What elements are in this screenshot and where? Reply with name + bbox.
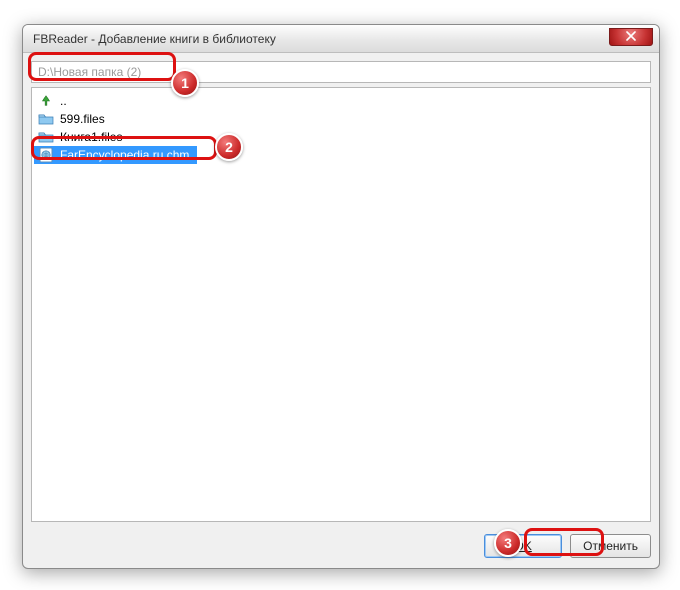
path-input[interactable]: D:\Новая папка (2) <box>31 61 651 83</box>
window-title: FBReader - Добавление книги в библиотеку <box>33 32 276 46</box>
list-item-label: FarEncyclopedia.ru.chm <box>60 148 189 162</box>
ok-button-label: OK <box>514 539 531 553</box>
client-area: D:\Новая папка (2) .. 599.files Книга1.f… <box>31 61 651 522</box>
button-bar: OK Отменить <box>31 534 651 558</box>
file-list[interactable]: .. 599.files Книга1.files FarEncyclopedi… <box>31 87 651 522</box>
list-item-folder[interactable]: Книга1.files <box>34 128 648 146</box>
ok-button[interactable]: OK <box>484 534 562 558</box>
list-item-label: 599.files <box>60 112 105 126</box>
list-item-label: Книга1.files <box>60 130 122 144</box>
close-icon <box>626 30 636 44</box>
up-arrow-icon <box>38 93 54 109</box>
cancel-button-label: Отменить <box>583 539 638 553</box>
list-item-file-selected[interactable]: FarEncyclopedia.ru.chm <box>34 146 197 164</box>
dialog-window: FBReader - Добавление книги в библиотеку… <box>22 24 660 569</box>
path-value: D:\Новая папка (2) <box>38 65 141 79</box>
close-button[interactable] <box>609 28 653 46</box>
chm-file-icon <box>38 147 54 163</box>
folder-icon <box>38 129 54 145</box>
cancel-button[interactable]: Отменить <box>570 534 651 558</box>
list-item-label: .. <box>60 94 67 108</box>
list-item-folder[interactable]: 599.files <box>34 110 648 128</box>
list-item-up[interactable]: .. <box>34 92 648 110</box>
folder-icon <box>38 111 54 127</box>
titlebar: FBReader - Добавление книги в библиотеку <box>23 25 659 53</box>
